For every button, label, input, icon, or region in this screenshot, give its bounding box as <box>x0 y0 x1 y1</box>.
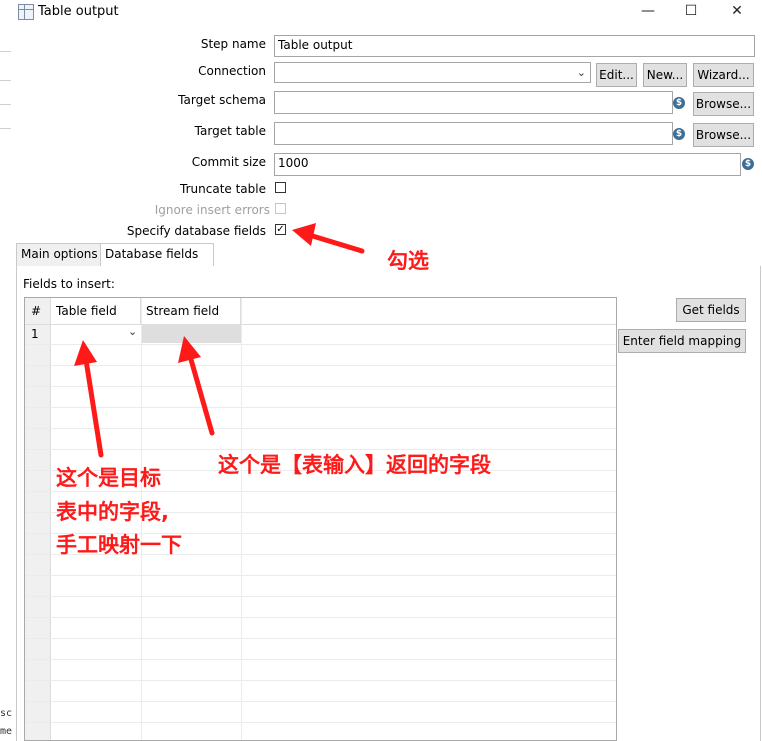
arrow-to-table-field <box>74 340 104 458</box>
table-field-annotation-line-2: 表中的字段, <box>56 500 169 524</box>
arrow-to-checkbox <box>292 223 365 254</box>
table-field-annotation-line-3: 手工映射一下 <box>56 533 182 557</box>
check-annotation: 勾选 <box>387 249 429 273</box>
arrow-to-stream-field <box>178 336 215 436</box>
annotation-arrows <box>74 223 365 458</box>
table-field-annotation-line-1: 这个是目标 <box>56 466 161 490</box>
stream-field-annotation: 这个是【表输入】返回的字段 <box>218 453 491 477</box>
